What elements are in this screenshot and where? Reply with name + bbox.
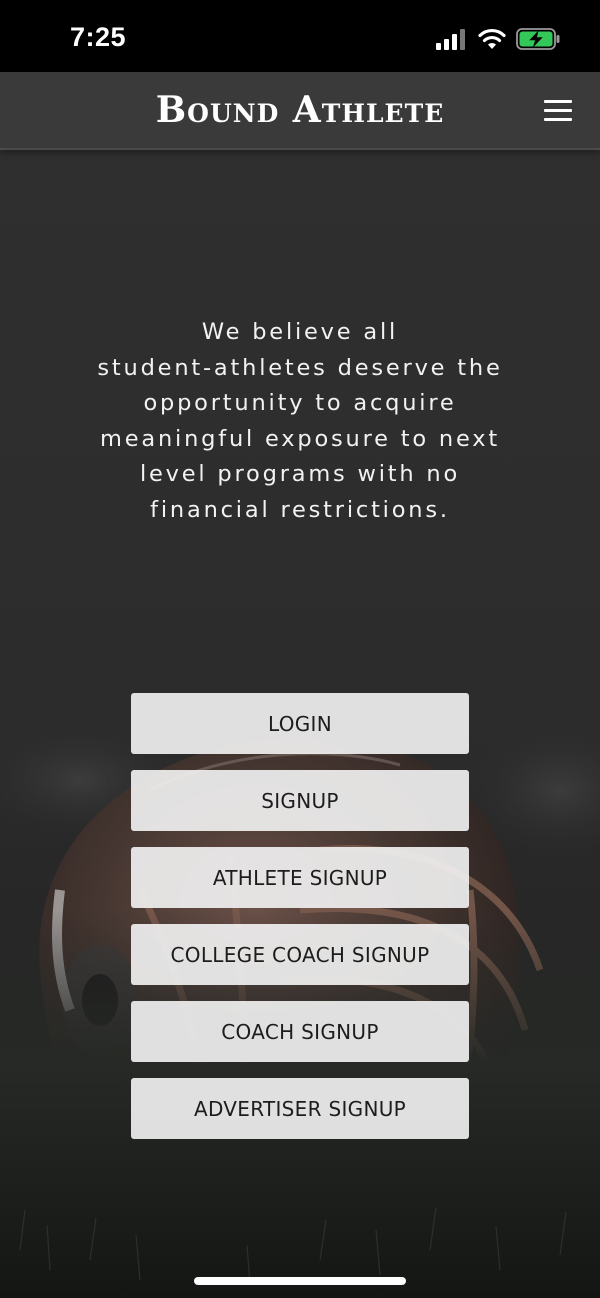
brand-title: Bound Athlete <box>155 89 445 131</box>
status-time: 7:25 <box>70 22 127 52</box>
mission-statement: We believe all student-athletes deserve … <box>80 315 520 528</box>
home-indicator[interactable] <box>194 1277 406 1285</box>
auth-button-group: LOGIN SIGNUP ATHLETE SIGNUP COLLEGE COAC… <box>131 693 469 1155</box>
college-coach-signup-button[interactable]: COLLEGE COACH SIGNUP <box>131 924 469 985</box>
advertiser-signup-button[interactable]: ADVERTISER SIGNUP <box>131 1078 469 1139</box>
hamburger-menu-icon[interactable] <box>544 100 572 122</box>
signup-button[interactable]: SIGNUP <box>131 770 469 831</box>
battery-charging-icon <box>516 28 560 50</box>
mission-line: meaningful exposure to next <box>100 425 500 452</box>
mission-line: level programs with no <box>139 461 461 487</box>
login-button[interactable]: LOGIN <box>131 693 469 754</box>
athlete-signup-button[interactable]: ATHLETE SIGNUP <box>131 847 469 908</box>
status-bar: 7:25 <box>0 0 600 72</box>
cellular-signal-icon <box>436 29 465 50</box>
mission-line: financial restrictions. <box>150 496 450 523</box>
wifi-icon <box>478 28 506 49</box>
mission-line: opportunity to acquire <box>143 390 457 416</box>
mission-line: We believe all <box>201 319 399 345</box>
mission-line: student-athletes deserve the <box>97 354 503 381</box>
app-header: Bound Athlete <box>0 72 600 150</box>
coach-signup-button[interactable]: COACH SIGNUP <box>131 1001 469 1062</box>
